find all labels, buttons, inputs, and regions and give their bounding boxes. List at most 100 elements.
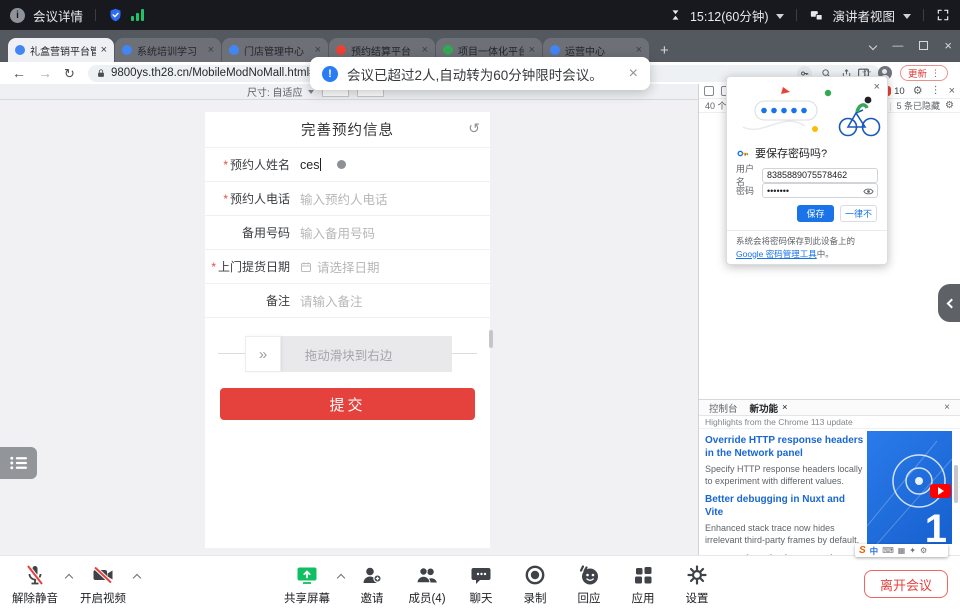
tab-title: 礼盒营销平台管理中心: [30, 43, 96, 58]
window-menu-chevron-icon[interactable]: [869, 41, 877, 49]
inspect-icon[interactable]: [704, 86, 714, 96]
security-shield-icon[interactable]: [108, 7, 123, 23]
sogou-toolbox-icon[interactable]: ✦: [909, 547, 916, 555]
network-signal-icon[interactable]: [131, 9, 144, 21]
toolbar-item-label: 开启视频: [75, 590, 131, 606]
meeting-details-button[interactable]: 会议详情: [33, 6, 83, 25]
devtools-menu-icon[interactable]: ⋮: [931, 86, 941, 96]
slider-handle[interactable]: »: [245, 336, 281, 372]
view-dropdown-caret[interactable]: [903, 14, 911, 19]
sogou-settings-icon[interactable]: ⚙: [920, 547, 927, 555]
calendar-icon: [300, 261, 312, 273]
toolbar-item-label: 聊天: [453, 590, 509, 606]
drawer-close-icon[interactable]: ×: [944, 402, 950, 413]
tab-close-icon[interactable]: ×: [101, 45, 107, 56]
timer-dropdown-caret[interactable]: [776, 14, 784, 19]
device-size-caret-icon[interactable]: [308, 90, 314, 94]
forward-button[interactable]: →: [38, 66, 52, 80]
tab-console[interactable]: 控制台: [709, 401, 738, 415]
list-icon: [9, 455, 29, 471]
password-label: 密码: [736, 184, 762, 197]
settings-icon: [669, 562, 725, 588]
page-scrollbar[interactable]: [489, 330, 493, 348]
tab-close-icon[interactable]: ×: [636, 45, 642, 56]
tab-title: 预约结算平台: [351, 43, 417, 58]
toolbar-chat-button[interactable]: 聊天: [453, 562, 509, 606]
device-size-label[interactable]: 尺寸: 自适应: [247, 84, 303, 99]
show-password-eye-icon[interactable]: [863, 186, 874, 197]
reaction-icon: [561, 562, 617, 588]
text-cursor: [320, 158, 321, 171]
apps-icon: [615, 562, 671, 588]
meeting-list-handle[interactable]: [0, 447, 37, 479]
toolbar-screen-share-button[interactable]: 共享屏幕: [279, 562, 335, 606]
view-mode-button[interactable]: 演讲者视图: [832, 6, 895, 25]
window-close-button[interactable]: ×: [944, 38, 952, 53]
reload-button[interactable]: ↻: [64, 67, 75, 80]
form-field-row: *预约人姓名ces: [205, 148, 490, 182]
meeting-info-icon[interactable]: i: [10, 8, 25, 23]
password-field[interactable]: •••••••: [762, 183, 878, 198]
field-label: 备用号码: [205, 224, 290, 241]
toolbar-reaction-button[interactable]: 回应: [561, 562, 617, 606]
username-field[interactable]: 8385889075578462: [762, 168, 878, 183]
sogou-keyboard-icon[interactable]: ⌨: [882, 547, 894, 555]
tab-close-icon[interactable]: ×: [422, 45, 428, 56]
submit-button[interactable]: 提交: [220, 388, 475, 420]
lock-icon: [96, 68, 106, 79]
whats-new-scrollbar[interactable]: [954, 465, 958, 503]
form-field-row: *预约人电话输入预约人电话: [205, 182, 490, 216]
console-settings-icon[interactable]: ⚙: [945, 101, 954, 111]
devtools-settings-icon[interactable]: ⚙: [913, 86, 923, 97]
tab-favicon: [336, 45, 346, 55]
sogou-logo-icon[interactable]: S: [859, 545, 866, 556]
toolbar-apps-button[interactable]: 应用: [615, 562, 671, 606]
sogou-lang-icon[interactable]: 中: [870, 545, 879, 557]
devtools-close-icon[interactable]: ×: [949, 86, 955, 97]
tab-whats-new[interactable]: 新功能×: [750, 401, 788, 415]
form-title: 完善预约信息: [301, 119, 394, 140]
record-icon: [507, 562, 563, 588]
hidden-messages-label[interactable]: 5 条已隐藏: [897, 99, 941, 112]
undo-icon[interactable]: ↺: [468, 120, 480, 137]
whats-new-article-title[interactable]: Better debugging in Nuxt and Vite: [705, 494, 865, 519]
new-tab-button[interactable]: +: [660, 43, 669, 58]
field-input[interactable]: ces: [300, 158, 346, 172]
fullscreen-icon[interactable]: [936, 8, 950, 22]
toolbar-record-button[interactable]: 录制: [507, 562, 563, 606]
window-minimize-button[interactable]: —: [892, 40, 903, 52]
field-label: *上门提货日期: [205, 258, 290, 275]
leave-meeting-button[interactable]: 离开会议: [864, 570, 948, 598]
toolbar-members-button[interactable]: 成员(4): [399, 562, 455, 606]
password-manager-link[interactable]: Google 密码管理工具: [736, 249, 817, 259]
whats-new-drawer: 控制台 新功能× × Highlights from the Chrome 11…: [699, 399, 960, 555]
chevron-up-icon[interactable]: [65, 574, 73, 582]
field-input[interactable]: 输入预约人电话: [300, 189, 388, 208]
browser-tab[interactable]: 系统培训学习×: [115, 38, 221, 62]
never-button[interactable]: 一律不: [840, 205, 877, 222]
chrome-update-button[interactable]: 更新⋮: [900, 65, 948, 81]
tab-close-icon[interactable]: ×: [529, 45, 535, 56]
toolbar-camera-off-button[interactable]: 开启视频: [75, 562, 131, 606]
chevron-up-icon[interactable]: [133, 574, 141, 582]
toolbar-invite-button[interactable]: 邀请: [344, 562, 400, 606]
form-field-row: 备用号码输入备用号码: [205, 216, 490, 250]
save-button[interactable]: 保存: [797, 205, 834, 222]
field-input[interactable]: 请选择日期: [300, 257, 380, 276]
browser-menu-icon[interactable]: ⋮: [931, 68, 940, 79]
toolbar-mic-off-button[interactable]: 解除静音: [7, 562, 63, 606]
browser-tab[interactable]: 礼盒营销平台管理中心 ×: [8, 38, 114, 62]
banner-close-icon[interactable]: ×: [629, 66, 638, 82]
chrome-update-artwork: 1: [867, 431, 952, 544]
tab-close-icon[interactable]: ×: [315, 45, 321, 56]
field-input[interactable]: 输入备用号码: [300, 223, 375, 242]
tab-close-icon[interactable]: ×: [208, 45, 214, 56]
whats-new-article-title[interactable]: Override HTTP response headers in the Ne…: [705, 435, 865, 460]
side-panel-toggle[interactable]: [938, 284, 960, 322]
window-maximize-button[interactable]: [919, 41, 928, 50]
back-button[interactable]: ←: [12, 66, 26, 80]
tab-close-icon[interactable]: ×: [782, 402, 788, 413]
sogou-panel-icon[interactable]: ▦: [898, 547, 906, 555]
field-input[interactable]: 请输入备注: [300, 291, 363, 310]
toolbar-settings-button[interactable]: 设置: [669, 562, 725, 606]
